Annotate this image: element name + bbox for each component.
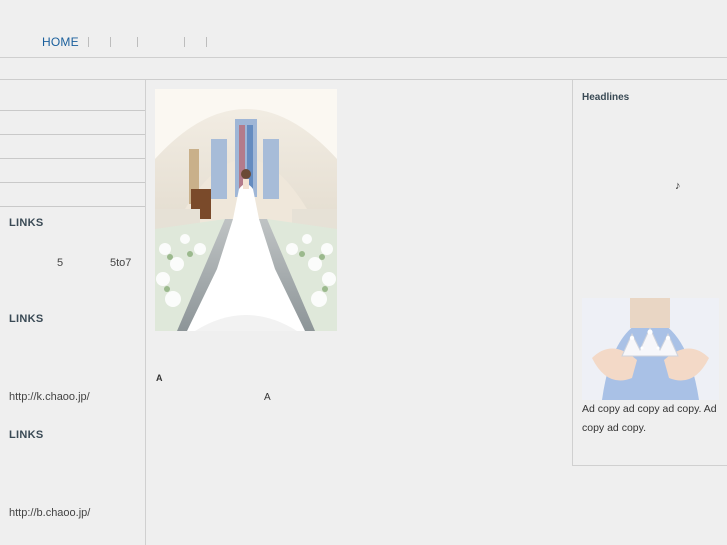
tiara-ad-image[interactable] — [582, 298, 719, 400]
main-content: A A — [146, 80, 572, 545]
sidebar-menu-item[interactable] — [0, 111, 145, 135]
music-note-icon: ♪ — [675, 180, 681, 192]
sidebar-menu-item[interactable] — [0, 183, 145, 207]
links-heading: LINKS — [9, 313, 44, 325]
links-heading: LINKS — [9, 429, 44, 441]
links-heading: LINKS — [9, 217, 44, 229]
article-caption: A — [156, 373, 163, 383]
nav-home-link[interactable]: HOME — [42, 35, 79, 49]
sidebar-menu-item[interactable] — [0, 135, 145, 159]
nav-separator — [183, 37, 185, 47]
link-item[interactable]: 5 — [57, 257, 63, 269]
nav-separator — [87, 37, 89, 47]
nav-menu: HOME — [42, 35, 207, 49]
wedding-chapel-photo — [155, 89, 337, 331]
nav-separator — [109, 37, 111, 47]
link-url[interactable]: http://k.chaoo.jp/ — [9, 391, 90, 403]
right-sidebar: Headlines ♪ Ad copy ad copy ad copy. Ad … — [572, 80, 727, 466]
nav-separator — [136, 37, 138, 47]
headlines-heading: Headlines — [582, 92, 630, 103]
link-item[interactable]: 5to7 — [110, 257, 131, 269]
link-url[interactable]: http://b.chaoo.jp/ — [9, 507, 90, 519]
sidebar-menu — [0, 80, 145, 207]
article-text: A — [264, 392, 271, 403]
sidebar-menu-item[interactable] — [0, 159, 145, 183]
left-sidebar: LINKS 5 5to7 LINKS http://k.chaoo.jp/ LI… — [0, 80, 146, 545]
nav-separator — [205, 37, 207, 47]
ad-copy-text: Ad copy ad copy ad copy. Ad copy ad copy… — [582, 403, 717, 434]
top-navigation: HOME — [0, 0, 727, 58]
sidebar-menu-item[interactable] — [0, 80, 145, 111]
